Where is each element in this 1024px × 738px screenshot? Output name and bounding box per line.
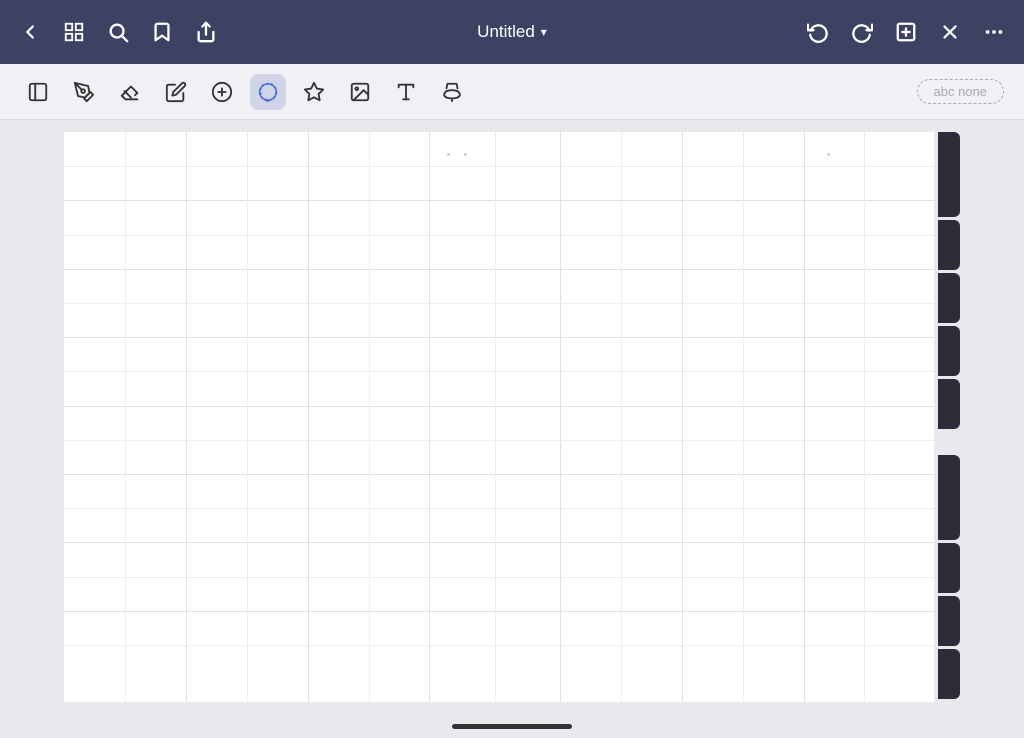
bookmark-button[interactable] [148, 18, 176, 46]
corner-dot [447, 153, 450, 156]
grid-sub-h-line [64, 440, 934, 441]
pen-tool-button[interactable] [66, 74, 102, 110]
tab-item[interactable] [938, 379, 960, 429]
top-bar: Untitled ▾ [0, 0, 1024, 64]
top-bar-left [16, 18, 220, 46]
lasso-tool-button[interactable] [250, 74, 286, 110]
corner-dot [827, 153, 830, 156]
add-page-button[interactable] [892, 18, 920, 46]
page-canvas[interactable] [64, 132, 934, 702]
grid-sub-h-line [64, 303, 934, 304]
grid-h-line [64, 269, 934, 270]
corner-dot [464, 153, 467, 156]
tab-item[interactable] [938, 455, 960, 540]
tab-item[interactable] [938, 326, 960, 376]
grid-h-line [64, 337, 934, 338]
more-button[interactable] [980, 18, 1008, 46]
grid-sub-h-line [64, 508, 934, 509]
top-bar-right [804, 18, 1008, 46]
undo-button[interactable] [804, 18, 832, 46]
grid-sub-h-line [64, 577, 934, 578]
grid-sub-h-line [64, 166, 934, 167]
grid-v-line [682, 132, 683, 702]
search-button[interactable] [104, 18, 132, 46]
grid-sub-h-line [64, 235, 934, 236]
grid-v-line [804, 132, 805, 702]
close-button[interactable] [936, 18, 964, 46]
home-indicator [452, 724, 572, 729]
grid-h-line [64, 406, 934, 407]
image-tool-button[interactable] [342, 74, 378, 110]
home-indicator-bar [0, 714, 1024, 738]
tab-item[interactable] [938, 649, 960, 699]
toolbar: abc none [0, 64, 1024, 120]
marker-tool-button[interactable] [434, 74, 470, 110]
tab-item[interactable] [938, 273, 960, 323]
grid-sub-h-line [64, 371, 934, 372]
grid-sub-v-line [495, 132, 496, 702]
tab-item[interactable] [938, 132, 960, 217]
tab-item[interactable] [938, 596, 960, 646]
tab-item[interactable] [938, 543, 960, 593]
grid-button[interactable] [60, 18, 88, 46]
shape-tool-button[interactable] [296, 74, 332, 110]
sidebar-toggle-button[interactable] [20, 74, 56, 110]
tab-item[interactable] [938, 220, 960, 270]
back-button[interactable] [16, 18, 44, 46]
text-style-label: abc none [934, 84, 988, 99]
grid-v-line [560, 132, 561, 702]
grid-v-line [308, 132, 309, 702]
grid-sub-v-line [125, 132, 126, 702]
grid-sub-v-line [621, 132, 622, 702]
highlighter-tool-button[interactable] [158, 74, 194, 110]
grid-h-line [64, 542, 934, 543]
text-tool-button[interactable] [388, 74, 424, 110]
grid-sub-h-line [64, 645, 934, 646]
grid-h-line [64, 474, 934, 475]
grid-v-line [186, 132, 187, 702]
eraser-tool-button[interactable] [112, 74, 148, 110]
grid-sub-v-line [369, 132, 370, 702]
main-content [0, 120, 1024, 714]
grid-h-line [64, 611, 934, 612]
share-button[interactable] [192, 18, 220, 46]
grid-sub-v-line [864, 132, 865, 702]
grid-v-line [429, 132, 430, 702]
grid-sub-v-line [743, 132, 744, 702]
text-style-button[interactable]: abc none [917, 79, 1005, 104]
title-chevron-icon: ▾ [541, 25, 547, 39]
document-title: Untitled [477, 22, 535, 42]
title-area[interactable]: Untitled ▾ [477, 22, 547, 42]
grid-h-line [64, 200, 934, 201]
fill-tool-button[interactable] [204, 74, 240, 110]
redo-button[interactable] [848, 18, 876, 46]
grid-sub-v-line [247, 132, 248, 702]
tab-strip [938, 132, 960, 702]
